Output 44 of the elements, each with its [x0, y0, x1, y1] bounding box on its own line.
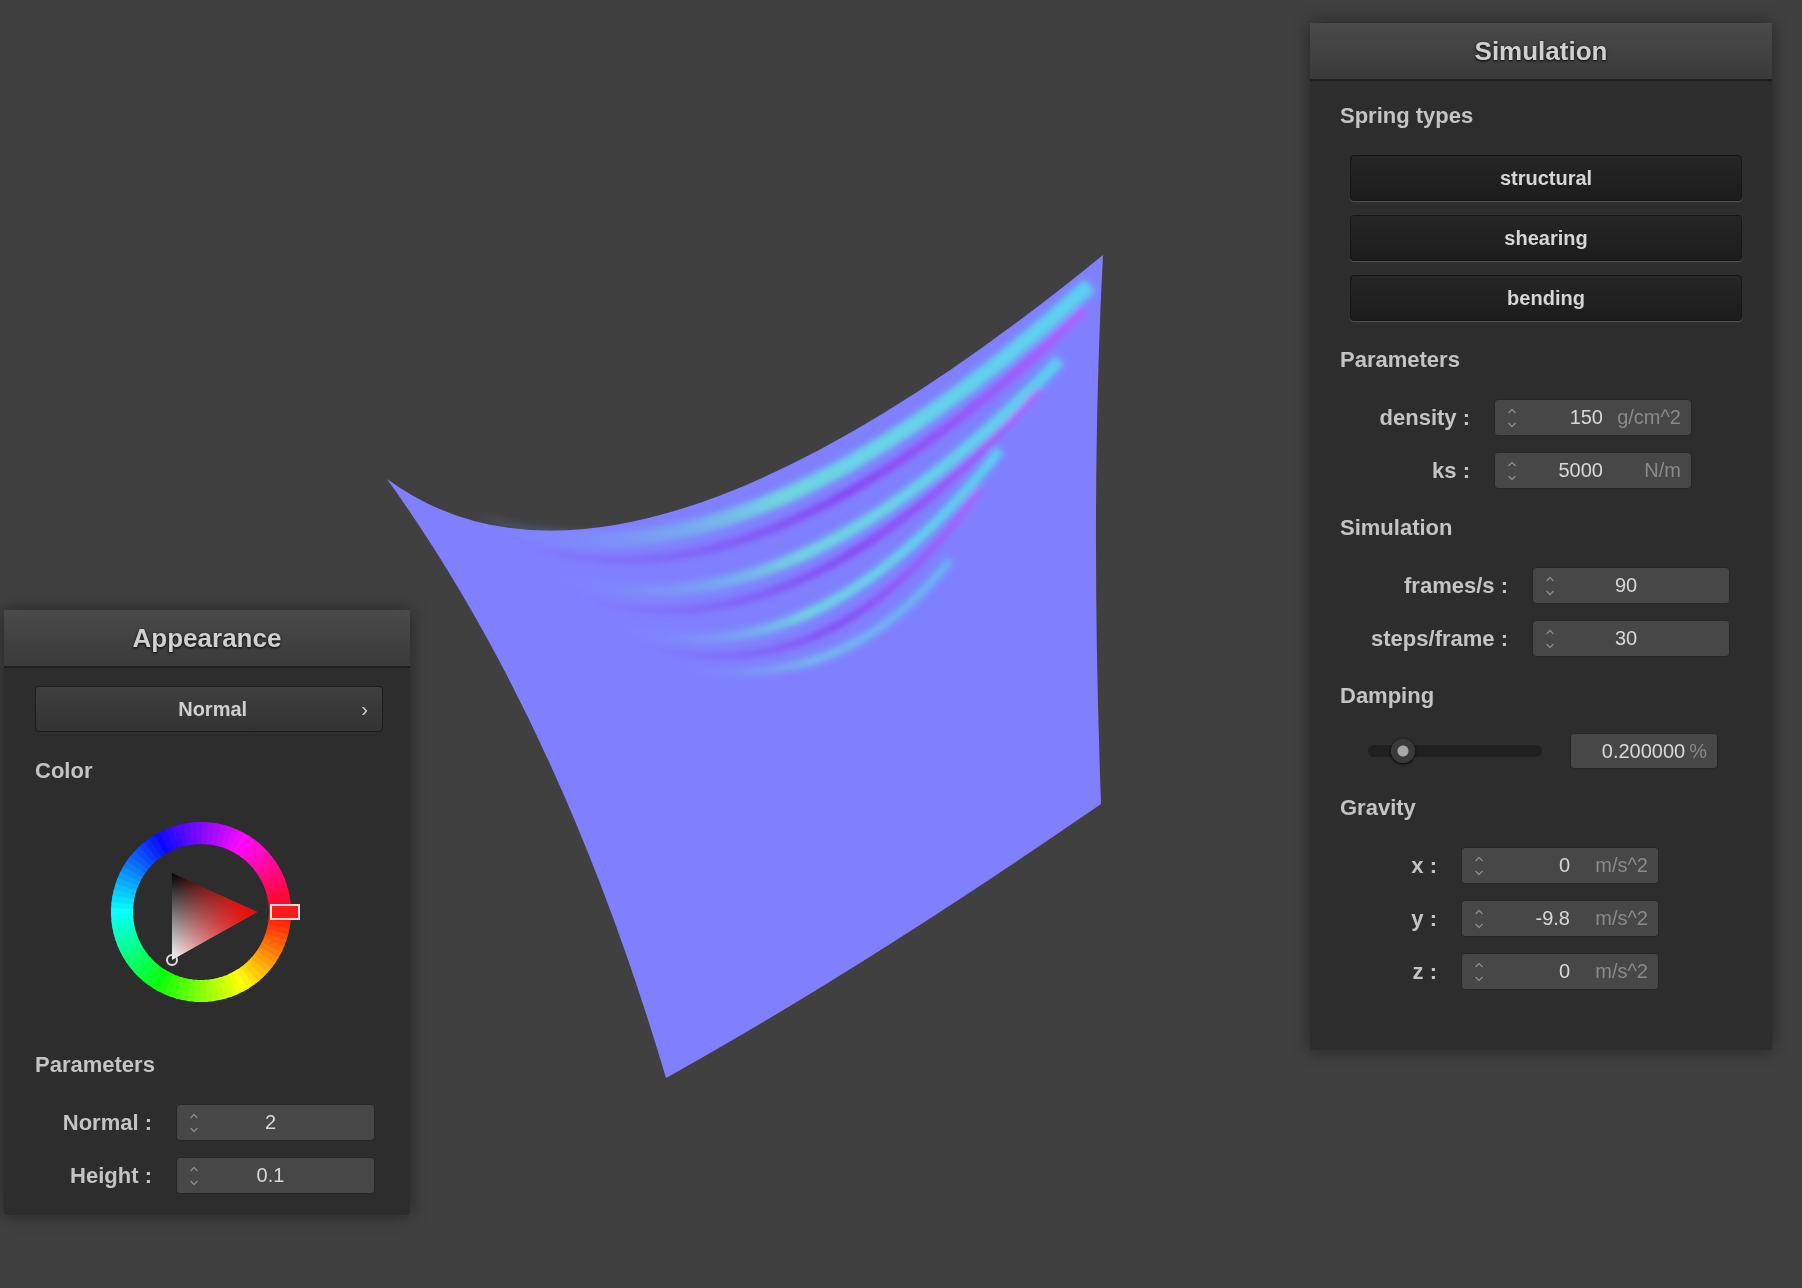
- spring-type-button[interactable]: shearing: [1350, 215, 1742, 261]
- section-heading: Gravity: [1340, 795, 1417, 821]
- section-heading: Simulation: [1340, 515, 1454, 541]
- spinner-arrows-icon[interactable]: [189, 1111, 199, 1134]
- number-field[interactable]: 150 g/cm^2: [1494, 399, 1692, 436]
- section-heading: Parameters: [1340, 347, 1461, 373]
- number-field[interactable]: 0 m/s^2: [1461, 953, 1659, 990]
- spring-type-button[interactable]: bending: [1350, 275, 1742, 321]
- spinner-arrows-icon[interactable]: [1474, 907, 1484, 930]
- field-label: steps/frame :: [1370, 625, 1508, 652]
- number-field[interactable]: 5000 N/m: [1494, 452, 1692, 489]
- spinner-arrows-icon[interactable]: [1474, 960, 1484, 983]
- spinner-arrows-icon[interactable]: [1545, 574, 1555, 597]
- panel-title: Appearance: [4, 610, 410, 668]
- slider-thumb[interactable]: [1390, 739, 1415, 763]
- number-field[interactable]: 90: [1532, 567, 1730, 604]
- mode-dropdown-button[interactable]: Normal ›: [35, 686, 383, 732]
- panel-title: Simulation: [1310, 23, 1772, 81]
- color-wheel[interactable]: [108, 820, 301, 1004]
- field-label: x :: [1410, 852, 1437, 879]
- spinner-arrows-icon[interactable]: [1474, 854, 1484, 877]
- field-label: z :: [1411, 958, 1437, 985]
- section-heading: Spring types: [1340, 103, 1475, 129]
- spinner-arrows-icon[interactable]: [1507, 459, 1517, 482]
- field-label: frames/s :: [1403, 572, 1508, 599]
- number-field[interactable]: 2: [176, 1104, 375, 1141]
- field-label: density :: [1378, 404, 1470, 431]
- value-field[interactable]: 0.200000 %: [1570, 733, 1718, 769]
- number-field[interactable]: -9.8 m/s^2: [1461, 900, 1659, 937]
- spinner-arrows-icon[interactable]: [189, 1164, 199, 1187]
- field-label: Height :: [69, 1162, 152, 1189]
- section-heading: Damping: [1340, 683, 1436, 709]
- field-label: Normal :: [61, 1109, 152, 1136]
- slider-track[interactable]: [1368, 739, 1542, 763]
- field-label: y :: [1410, 905, 1437, 932]
- field-label: ks :: [1431, 457, 1470, 484]
- spring-type-button[interactable]: structural: [1350, 155, 1742, 201]
- number-field[interactable]: 30: [1532, 620, 1730, 657]
- spinner-arrows-icon[interactable]: [1545, 627, 1555, 650]
- section-heading: Color: [35, 758, 94, 784]
- number-field[interactable]: 0.1: [176, 1157, 375, 1194]
- section-heading: Parameters: [35, 1052, 156, 1078]
- spinner-arrows-icon[interactable]: [1507, 406, 1517, 429]
- number-field[interactable]: 0 m/s^2: [1461, 847, 1659, 884]
